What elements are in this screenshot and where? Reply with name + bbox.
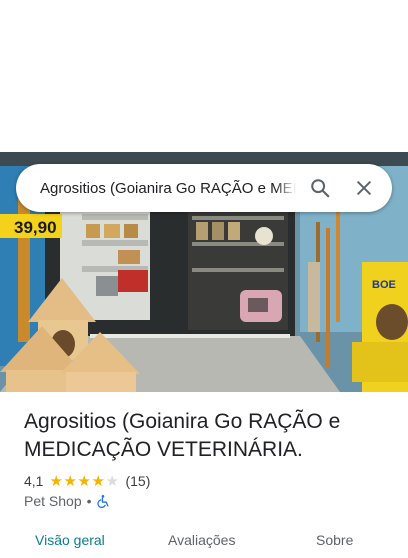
price-tag-text: 39,90 — [14, 218, 57, 237]
place-tabs: Visão geral Avaliações Sobre — [0, 528, 408, 558]
rating-stars: ★ ★ ★ ★ ★ — [49, 474, 119, 489]
search-bar[interactable]: Agrositios (Goianira Go RAÇÃO e MEDICAÇÃ… — [16, 164, 392, 212]
star-icon: ★ — [91, 472, 105, 490]
clear-search-button[interactable] — [344, 168, 384, 208]
bag-brand-text: BOE — [372, 279, 396, 291]
search-button[interactable] — [300, 168, 340, 208]
star-icon: ★ — [49, 472, 63, 490]
search-input[interactable]: Agrositios (Goianira Go RAÇÃO e MEDICAÇÃ… — [40, 180, 296, 197]
star-empty-icon: ★ — [105, 472, 119, 490]
star-icon: ★ — [63, 472, 77, 490]
wheelchair-icon — [96, 495, 108, 508]
rating-row[interactable]: 4,1 ★ ★ ★ ★ ★ (15) — [24, 472, 150, 490]
star-icon: ★ — [77, 472, 91, 490]
rating-value: 4,1 — [24, 473, 44, 489]
tab-about[interactable]: Sobre — [316, 532, 353, 548]
tab-reviews[interactable]: Avaliações — [168, 532, 235, 548]
close-icon — [357, 181, 371, 195]
place-category: Pet Shop — [24, 493, 82, 509]
category-row: Pet Shop • — [24, 492, 110, 510]
tab-overview[interactable]: Visão geral — [35, 532, 105, 548]
place-title: Agrositios (Goianira Go RAÇÃO e MEDICAÇÃ… — [24, 410, 341, 461]
separator-dot: • — [86, 493, 92, 509]
review-count[interactable]: (15) — [125, 473, 150, 489]
search-icon — [311, 179, 330, 198]
